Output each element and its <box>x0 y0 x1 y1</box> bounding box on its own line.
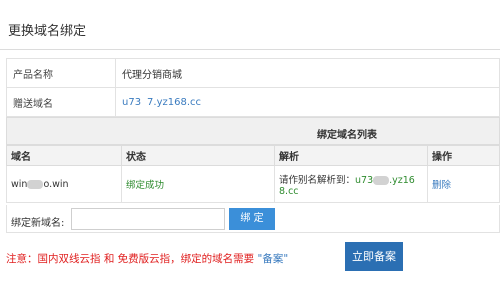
bound-domain-cell: win o.win <box>6 165 122 203</box>
bound-domain-table: 域名 状态 解析 操作 win o.win 绑定成功 请作别名解析到：u73 .yz… <box>6 145 500 203</box>
file-now-button[interactable]: 立即备案 <box>345 242 403 271</box>
notice-text: 注意：国内双线云指 和 免费版云指，绑定的域名需要 <box>6 253 255 265</box>
table-row: win o.win 绑定成功 请作别名解析到：u73 .yz16 8.cc 删除 <box>6 165 500 203</box>
column-header-resolve: 解析 <box>274 145 428 166</box>
bind-new-domain-row: 绑定新域名: 绑 定 <box>6 205 500 233</box>
bind-status: 绑定成功 <box>121 165 275 203</box>
filing-link[interactable]: "备案" <box>258 253 289 265</box>
redaction-blur <box>27 179 44 189</box>
filing-notice: 注意：国内双线云指 和 免费版云指，绑定的域名需要 "备案" <box>6 251 288 266</box>
resolve-instruction-cell: 请作别名解析到：u73 .yz16 8.cc <box>274 165 428 203</box>
column-header-domain: 域名 <box>6 145 122 166</box>
domain-text-start: win <box>11 178 28 190</box>
product-name-label: 产品名称 <box>6 58 116 88</box>
redaction-blur <box>373 175 390 185</box>
bind-new-domain-label: 绑定新域名: <box>11 218 65 229</box>
bound-list-title: 绑定域名列表 <box>317 130 377 141</box>
resolve-target-start: u73 <box>355 174 374 186</box>
domain-text-end: o.win <box>43 178 69 190</box>
table-row: 赠送域名 u73 7.yz168.cc <box>6 87 500 117</box>
table-header-row: 域名 状态 解析 操作 <box>6 145 500 166</box>
new-domain-input[interactable] <box>71 208 225 230</box>
delete-link[interactable]: 删除 <box>427 165 500 203</box>
product-name-value: 代理分销商城 <box>115 58 500 88</box>
bound-list-header: 绑定域名列表 <box>6 117 500 145</box>
column-header-action: 操作 <box>427 145 500 166</box>
panel-header: 更换域名绑定 <box>0 0 500 50</box>
product-info-table: 产品名称 代理分销商城 赠送域名 u73 7.yz168.cc <box>6 58 500 117</box>
gift-domain-label: 赠送域名 <box>6 87 116 117</box>
table-row: 产品名称 代理分销商城 <box>6 58 500 88</box>
resolve-prefix: 请作别名解析到： <box>279 174 356 186</box>
panel-title: 更换域名绑定 <box>8 24 87 39</box>
bind-button[interactable]: 绑 定 <box>229 208 275 230</box>
resolve-target-end: 8.cc <box>279 185 299 197</box>
resolve-target-mid: .yz16 <box>389 174 415 186</box>
gift-domain-link[interactable]: u73 7.yz168.cc <box>115 87 500 117</box>
bound-domain-list: 绑定域名列表 域名 状态 解析 操作 win o.win 绑定成功 请作别名解析到… <box>6 117 500 203</box>
column-header-status: 状态 <box>121 145 275 166</box>
